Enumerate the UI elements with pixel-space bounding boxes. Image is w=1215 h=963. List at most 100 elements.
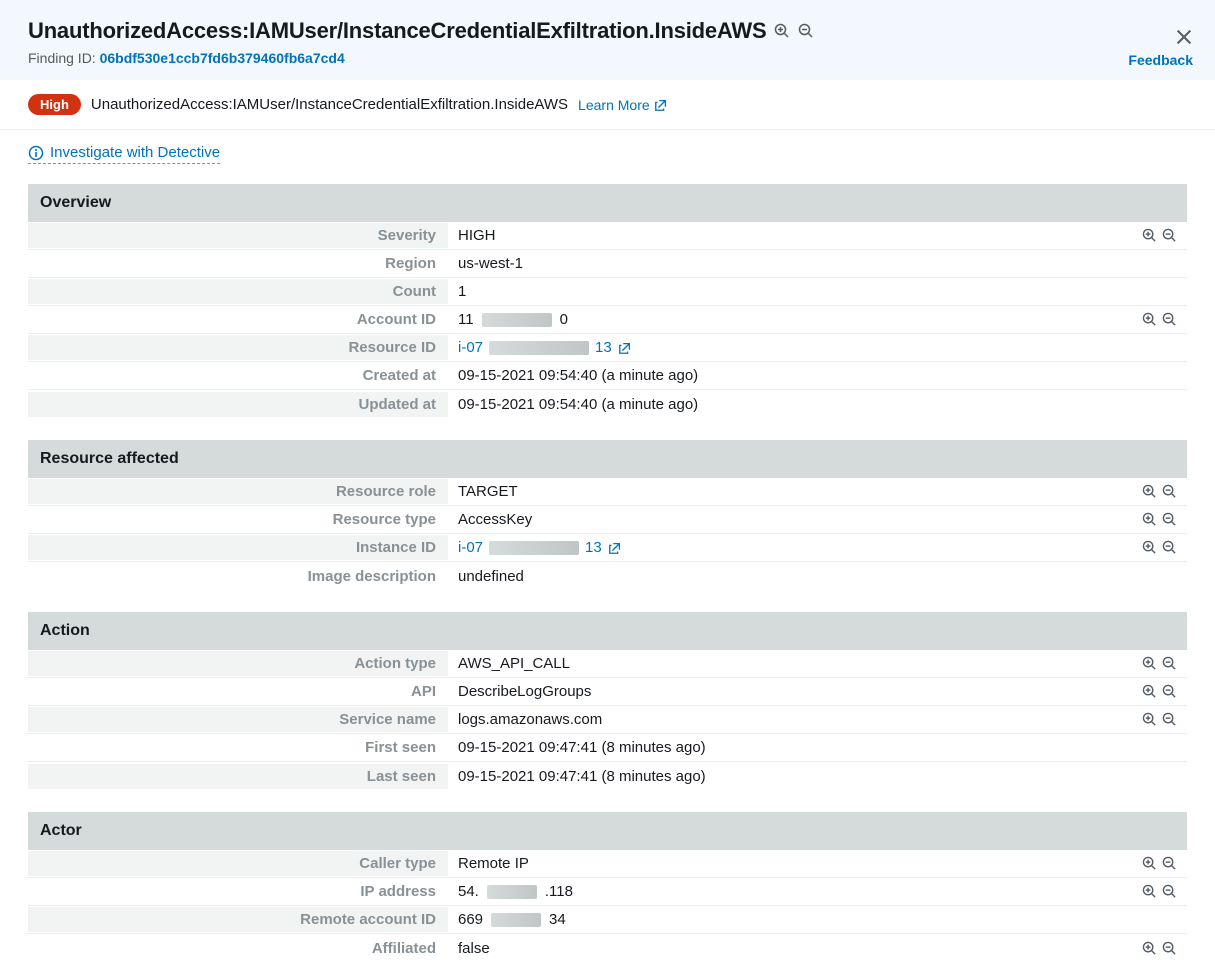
finding-id-value[interactable]: 06bdf530e1ccb7fd6b379460fb6a7cd4 [100, 50, 345, 66]
value-text: HIGH [458, 227, 496, 244]
value-link[interactable]: i-07 13 [458, 339, 632, 356]
row-value: i-0713 [448, 535, 1187, 560]
zoom-in-icon[interactable] [1141, 712, 1157, 728]
redacted-segment [482, 313, 552, 327]
value-link[interactable]: i-0713 [458, 539, 622, 556]
table-row: Count 1 [28, 278, 1187, 306]
table-row: Remote account ID 66934 [28, 906, 1187, 934]
table-row: Severity HIGH [28, 222, 1187, 250]
zoom-out-icon[interactable] [1161, 228, 1177, 244]
zoom-in-icon[interactable] [1141, 312, 1157, 328]
info-icon [28, 145, 44, 161]
table-row: First seen 09-15-2021 09:47:41 (8 minute… [28, 734, 1187, 762]
zoom-out-icon[interactable] [1161, 540, 1177, 556]
value-text: us-west-1 [458, 255, 523, 272]
investigate-detective-link[interactable]: Investigate with Detective [28, 144, 220, 164]
row-key: Account ID [28, 307, 448, 332]
severity-bar: High UnauthorizedAccess:IAMUser/Instance… [0, 80, 1215, 130]
close-icon[interactable] [1175, 28, 1193, 46]
table-row: Resource ID i-07 13 [28, 334, 1187, 362]
row-key: Region [28, 251, 448, 276]
zoom-in-icon[interactable] [774, 23, 790, 39]
row-key: Count [28, 279, 448, 304]
row-value: 09-15-2021 09:54:40 (a minute ago) [448, 363, 1187, 388]
row-key: Image description [28, 564, 448, 589]
zoom-out-icon[interactable] [1161, 684, 1177, 700]
value-text: false [458, 940, 490, 957]
zoom-out-icon[interactable] [1161, 712, 1177, 728]
redacted-segment [491, 913, 541, 927]
zoom-out-icon[interactable] [1161, 856, 1177, 872]
investigate-detective-label: Investigate with Detective [50, 144, 220, 161]
value-text: 1 [458, 283, 466, 300]
table-row: Image description undefined [28, 562, 1187, 590]
external-link-icon [654, 98, 668, 112]
zoom-out-icon[interactable] [1161, 312, 1177, 328]
row-value: 09-15-2021 09:54:40 (a minute ago) [448, 392, 1187, 417]
zoom-in-icon[interactable] [1141, 484, 1157, 500]
section-header: Action [28, 612, 1187, 650]
finding-id-label: Finding ID: [28, 50, 100, 66]
row-key: Remote account ID [28, 907, 448, 932]
section-action: Action Action type AWS_API_CALL API Desc… [28, 612, 1187, 790]
value-text: 13 [595, 339, 612, 356]
value-text: 34 [549, 911, 566, 928]
section-header: Resource affected [28, 440, 1187, 478]
table-row: Region us-west-1 [28, 250, 1187, 278]
zoom-in-icon[interactable] [1141, 884, 1157, 900]
severity-description: UnauthorizedAccess:IAMUser/InstanceCrede… [91, 96, 568, 113]
row-key: Created at [28, 363, 448, 388]
zoom-out-icon[interactable] [1161, 656, 1177, 672]
row-key: Affiliated [28, 936, 448, 961]
table-row: Resource type AccessKey [28, 506, 1187, 534]
external-link-icon [618, 341, 632, 355]
row-key: First seen [28, 735, 448, 760]
feedback-link[interactable]: Feedback [1128, 52, 1193, 68]
row-value: 1 [448, 279, 1187, 304]
row-key: Action type [28, 651, 448, 676]
zoom-in-icon[interactable] [1141, 856, 1157, 872]
row-key: Severity [28, 223, 448, 248]
zoom-out-icon[interactable] [1161, 512, 1177, 528]
value-text: AccessKey [458, 511, 532, 528]
row-value: AWS_API_CALL [448, 651, 1187, 676]
learn-more-label: Learn More [578, 97, 650, 113]
table-row: Created at 09-15-2021 09:54:40 (a minute… [28, 362, 1187, 390]
learn-more-link[interactable]: Learn More [578, 97, 668, 113]
value-text: 09-15-2021 09:47:41 (8 minutes ago) [458, 739, 706, 756]
zoom-in-icon[interactable] [1141, 540, 1157, 556]
row-value: undefined [448, 564, 1187, 589]
table-row: Action type AWS_API_CALL [28, 650, 1187, 678]
zoom-in-icon[interactable] [1141, 656, 1157, 672]
section-header: Actor [28, 812, 1187, 850]
value-text: i-07 [458, 539, 483, 556]
row-key: IP address [28, 879, 448, 904]
row-value: 110 [448, 307, 1187, 332]
zoom-in-icon[interactable] [1141, 940, 1157, 956]
value-text: 09-15-2021 09:54:40 (a minute ago) [458, 367, 698, 384]
value-text: i-07 [458, 339, 483, 356]
zoom-in-icon[interactable] [1141, 228, 1157, 244]
row-value: TARGET [448, 479, 1187, 504]
table-row: Account ID 110 [28, 306, 1187, 334]
row-key: Resource type [28, 507, 448, 532]
value-text: undefined [458, 568, 524, 585]
section-resource-affected: Resource affected Resource role TARGET R… [28, 440, 1187, 590]
redacted-segment [487, 885, 537, 899]
row-value: logs.amazonaws.com [448, 707, 1187, 732]
zoom-in-icon[interactable] [1141, 684, 1157, 700]
zoom-out-icon[interactable] [1161, 940, 1177, 956]
value-text: TARGET [458, 483, 518, 500]
value-text: 0 [560, 311, 568, 328]
zoom-out-icon[interactable] [798, 23, 814, 39]
row-value: 09-15-2021 09:47:41 (8 minutes ago) [448, 764, 1187, 789]
zoom-out-icon[interactable] [1161, 884, 1177, 900]
table-row: IP address 54..118 [28, 878, 1187, 906]
row-key: Caller type [28, 851, 448, 876]
row-key: Resource ID [28, 335, 448, 360]
table-row: Updated at 09-15-2021 09:54:40 (a minute… [28, 390, 1187, 418]
finding-title: UnauthorizedAccess:IAMUser/InstanceCrede… [28, 18, 766, 44]
table-row: Instance ID i-0713 [28, 534, 1187, 562]
zoom-in-icon[interactable] [1141, 512, 1157, 528]
zoom-out-icon[interactable] [1161, 484, 1177, 500]
